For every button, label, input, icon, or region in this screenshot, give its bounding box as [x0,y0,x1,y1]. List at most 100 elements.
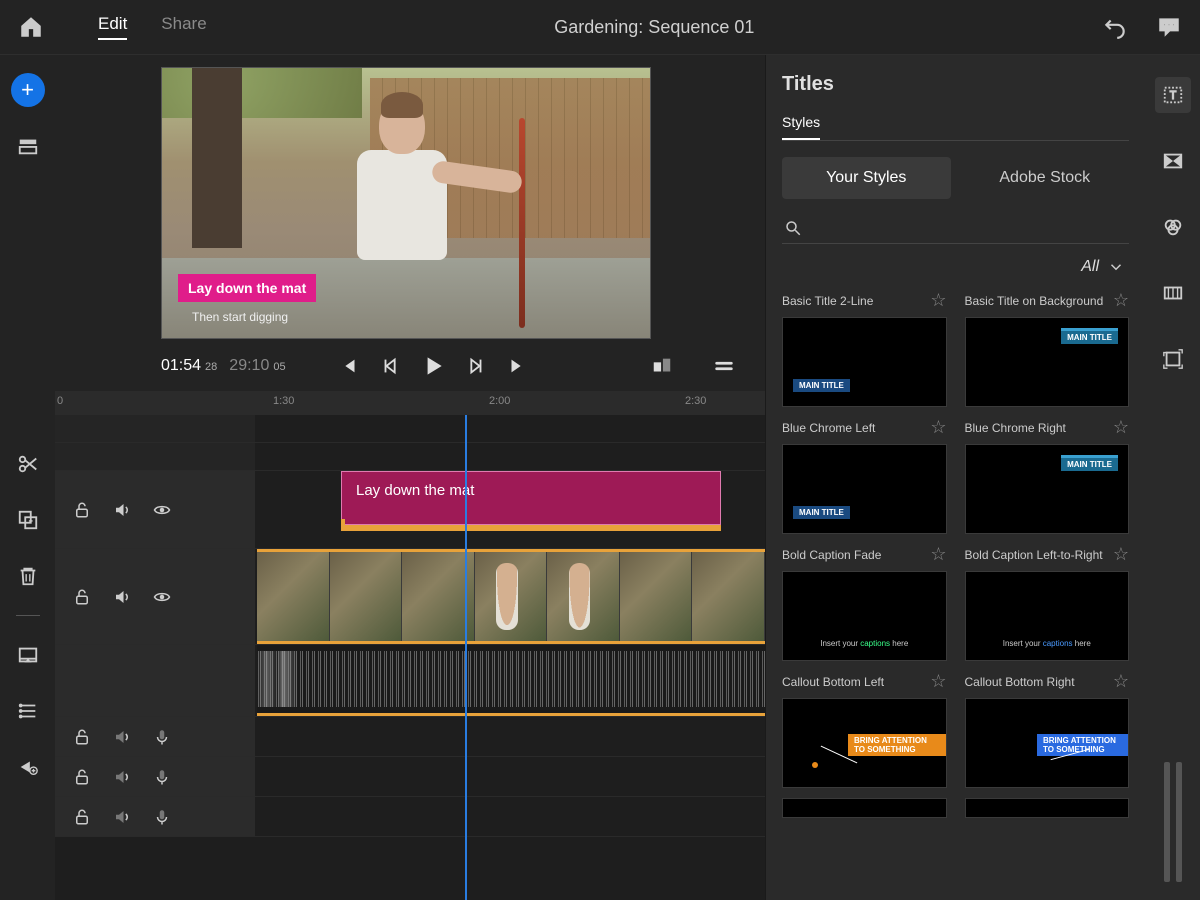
lock-icon[interactable] [73,588,91,606]
title-clip[interactable]: Lay down the mat [341,471,721,525]
seg-adobe-stock[interactable]: Adobe Stock [961,157,1130,199]
video-clip[interactable] [257,549,765,644]
tile-chip: MAIN TITLE [1061,455,1118,471]
current-tc-value: 01:54 [161,357,201,375]
duplicate-icon[interactable] [11,503,45,537]
total-timecode: 29:10 05 [229,357,285,375]
title-tile[interactable]: Blue Chrome Right ☆ MAIN TITLE [965,417,1130,534]
title-tile[interactable]: Basic Title on Background☆ MAIN TITLE [965,290,1130,407]
video-preview[interactable]: Lay down the mat Then start digging [161,67,651,339]
undo-icon[interactable] [1102,14,1128,40]
ruler-tick: 0 [57,395,63,407]
eye-icon[interactable] [153,588,171,606]
subtab-styles[interactable]: Styles [782,114,820,140]
scissors-icon[interactable] [11,447,45,481]
add-media-button[interactable]: + [11,73,45,107]
title-tile[interactable]: Basic Title 2-Line☆ MAIN TITLE [782,290,947,407]
go-to-end-button[interactable] [502,351,532,381]
quality-toggle-icon[interactable] [651,355,673,377]
marker-add-icon[interactable] [11,750,45,784]
tab-share[interactable]: Share [161,14,206,40]
transform-tool-icon[interactable] [1155,341,1191,377]
filter-label: All [1081,258,1099,276]
favorite-icon[interactable]: ☆ [930,671,946,692]
tile-label: Blue Chrome Right [965,421,1066,435]
tile-cap-post: here [890,639,908,648]
video-track-head [55,549,255,644]
audio-track [55,645,765,717]
ruler-tick: 1:30 [273,395,294,407]
title-track-head [55,471,255,548]
title-tile[interactable]: Bold Caption Left-to-Right☆ Insert your … [965,544,1130,661]
timeline[interactable]: Lay down the mat [55,415,765,900]
mic-icon[interactable] [153,808,171,826]
track-spacer [55,415,765,443]
color-tool-icon[interactable] [1155,209,1191,245]
titles-filter[interactable]: All [782,250,1129,290]
tile-thumb [965,798,1130,818]
lock-icon[interactable] [73,501,91,519]
step-forward-button[interactable] [460,351,490,381]
audio-clip[interactable] [257,645,765,716]
favorite-icon[interactable]: ☆ [1113,417,1129,438]
title-tile[interactable]: Blue Chrome Left ☆ MAIN TITLE [782,417,947,534]
speaker-icon[interactable] [113,588,131,606]
settings-handle-icon[interactable] [713,355,735,377]
favorite-icon[interactable]: ☆ [1113,544,1129,565]
favorite-icon[interactable]: ☆ [1113,671,1129,692]
title-tile[interactable]: Callout Bottom Left☆ BRING ATTENTION TO … [782,671,947,788]
video-track [55,549,765,645]
timeline-ruler[interactable]: 0 1:30 2:00 2:30 [55,391,765,415]
tile-chip: MAIN TITLE [793,506,850,519]
favorite-icon[interactable]: ☆ [930,544,946,565]
total-tc-frames: 05 [273,361,285,373]
speed-tool-icon[interactable] [1155,275,1191,311]
speaker-icon[interactable] [113,808,131,826]
eye-icon[interactable] [153,501,171,519]
preview-caption-sub: Then start digging [192,310,288,324]
favorite-icon[interactable]: ☆ [930,417,946,438]
step-back-button[interactable] [376,351,406,381]
preview-rake [519,118,525,328]
seg-your-styles[interactable]: Your Styles [782,157,951,199]
fullscreen-icon[interactable] [11,638,45,672]
lock-icon[interactable] [73,808,91,826]
mic-icon[interactable] [153,768,171,786]
current-timecode[interactable]: 01:54 28 [161,357,217,375]
project-title: Gardening: Sequence 01 [231,17,1078,38]
transitions-tool-icon[interactable] [1155,143,1191,179]
track-list-icon[interactable] [11,694,45,728]
tile-thumb: BRING ATTENTION TO SOMETHING [965,698,1130,788]
lock-icon[interactable] [73,728,91,746]
title-tile[interactable] [782,798,947,818]
tile-chip: BRING ATTENTION TO SOMETHING [848,734,946,756]
speaker-icon[interactable] [113,768,131,786]
tile-thumb: Insert your captions here [782,571,947,661]
go-to-start-button[interactable] [334,351,364,381]
tile-label: Blue Chrome Left [782,421,875,435]
tile-label: Basic Title on Background [965,294,1104,308]
comment-icon[interactable] [1156,14,1182,40]
title-tile[interactable]: Callout Bottom Right☆ BRING ATTENTION TO… [965,671,1130,788]
ruler-tick: 2:00 [489,395,510,407]
playhead[interactable] [465,415,467,900]
titles-tool-icon[interactable] [1155,77,1191,113]
left-tool-column: + [0,55,55,900]
search-icon [784,219,802,237]
project-panel-icon[interactable] [11,129,45,163]
trash-icon[interactable] [11,559,45,593]
play-button[interactable] [418,351,448,381]
title-tile[interactable]: Bold Caption Fade ☆ Insert your captions … [782,544,947,661]
tile-label: Bold Caption Fade [782,548,881,562]
speaker-icon[interactable] [113,728,131,746]
tab-edit[interactable]: Edit [98,14,127,40]
titles-search[interactable] [782,213,1129,244]
lock-icon[interactable] [73,768,91,786]
favorite-icon[interactable]: ☆ [1113,290,1129,311]
title-tile[interactable] [965,798,1130,818]
home-icon[interactable] [18,14,44,40]
speaker-icon[interactable] [113,501,131,519]
tile-label: Basic Title 2-Line [782,294,873,308]
favorite-icon[interactable]: ☆ [930,290,946,311]
mic-icon[interactable] [153,728,171,746]
